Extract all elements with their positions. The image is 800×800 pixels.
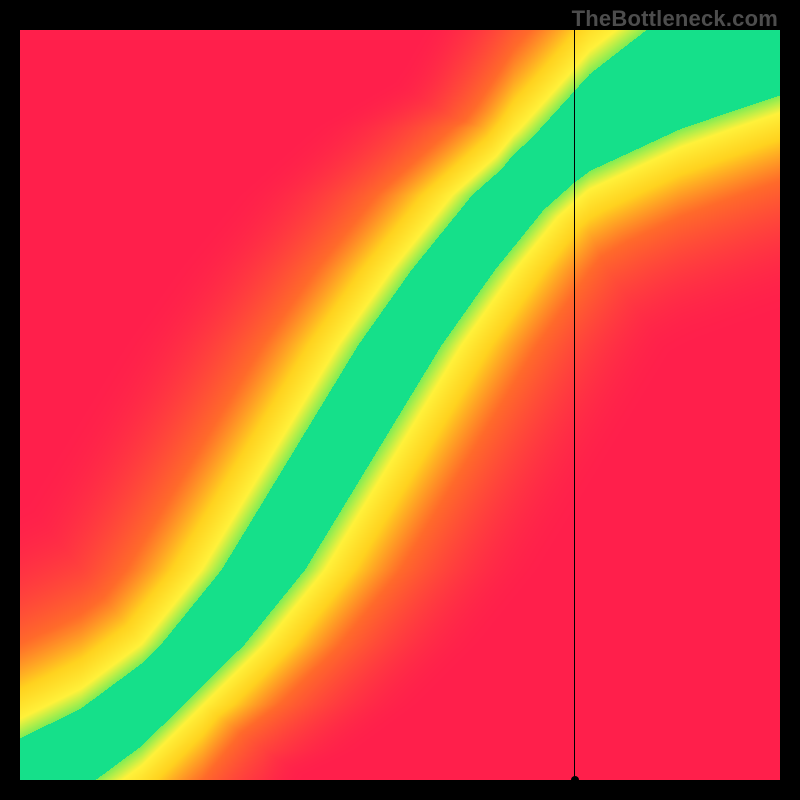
watermark-text: TheBottleneck.com	[572, 6, 778, 32]
crosshair-horizontal	[20, 780, 780, 781]
heatmap-plot	[20, 30, 780, 780]
heatmap-canvas	[20, 30, 780, 780]
crosshair-vertical	[574, 30, 575, 780]
marker-dot	[571, 776, 579, 784]
chart-container: TheBottleneck.com	[0, 0, 800, 800]
